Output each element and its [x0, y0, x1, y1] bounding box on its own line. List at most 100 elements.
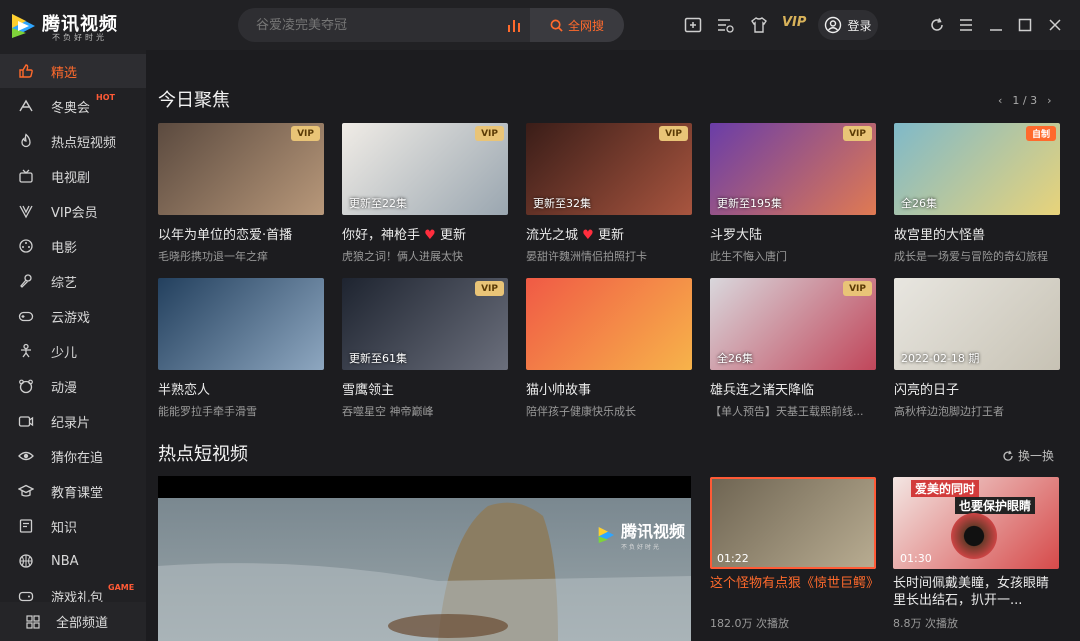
episode-caption: 更新至22集	[349, 197, 407, 210]
vip-badge: VIP	[659, 126, 688, 141]
original-badge: 自制	[1025, 126, 1056, 141]
search-button-label: 全网搜	[567, 18, 604, 33]
short-video-card[interactable]: 01:22 这个怪物有点狠《惊世巨鳄》 182.0万 次播放	[710, 477, 876, 631]
episode-caption: 2022-02-18 期	[901, 352, 980, 365]
video-title[interactable]: 流光之城 ♥ 更新	[526, 224, 692, 243]
tv-icon	[18, 168, 34, 184]
sidebar-item-featured[interactable]: 精选	[0, 54, 146, 88]
video-card[interactable]: 自制 全26集 故宫里的大怪兽 成长是一场爱与冒险的奇幻旅程	[894, 123, 1060, 264]
history-button[interactable]	[714, 14, 736, 36]
video-card[interactable]: VIP 更新至195集斗罗大陆此生不悔入唐门	[710, 123, 876, 264]
gamepad-icon	[18, 308, 34, 324]
maximize-button[interactable]	[1015, 14, 1035, 36]
graduation-cap-icon	[18, 483, 34, 499]
video-card[interactable]: VIP 更新至61集 雪鹰领主 吞噬星空 神帝巅峰	[342, 278, 508, 419]
all-channels-label: 全部频道	[56, 616, 109, 631]
video-thumbnail[interactable]: VIP 更新至61集	[342, 278, 508, 370]
video-thumbnail[interactable]	[526, 278, 692, 370]
video-title[interactable]: 猫小帅故事	[526, 379, 692, 398]
trending-chart-icon[interactable]	[506, 17, 524, 33]
thumbs-up-icon	[18, 63, 34, 79]
refresh-button[interactable]	[927, 14, 947, 36]
vip-badge: VIP	[475, 126, 504, 141]
video-thumbnail[interactable]: 2022-02-18 期	[894, 278, 1060, 370]
video-thumbnail[interactable]: VIP 全26集	[710, 278, 876, 370]
short-video-thumbnail[interactable]: 01:22	[710, 477, 876, 569]
menu-button[interactable]	[956, 14, 976, 36]
video-thumbnail[interactable]: VIP 更新至32集	[526, 123, 692, 215]
video-title[interactable]: 你好，神枪手 ♥ 更新	[342, 224, 508, 243]
video-title-text: 故宫里的大怪兽	[894, 228, 986, 243]
sidebar-item-variety[interactable]: 综艺	[0, 264, 146, 298]
close-button[interactable]	[1045, 14, 1065, 36]
user-avatar-icon	[825, 16, 842, 34]
video-watermark: 腾讯视频 不负好时光	[596, 518, 685, 551]
video-title[interactable]: 以年为单位的恋爱·首播	[158, 224, 324, 243]
skin-button[interactable]	[748, 14, 770, 36]
sidebar-item-nba[interactable]: NBA	[0, 544, 146, 578]
tencent-video-logo-icon	[598, 526, 614, 543]
video-title[interactable]: 雄兵连之诸天降临	[710, 379, 876, 398]
child-icon	[18, 343, 34, 359]
sidebar-item-vip[interactable]: VIP会员	[0, 194, 146, 228]
heart-icon: ♥	[420, 228, 440, 243]
video-card[interactable]: 猫小帅故事 陪伴孩子健康快乐成长	[526, 278, 692, 419]
hot-badge: HOT	[96, 93, 115, 102]
grid-icon	[25, 614, 41, 630]
vip-diamond-icon	[18, 203, 34, 219]
eye-icon	[18, 448, 34, 464]
sidebar: 精选 冬奥会 HOT 热点短视频 电视剧 VIP会员 电影 综艺 云游戏 少儿 …	[0, 50, 146, 641]
login-label: 登录	[847, 18, 872, 33]
today-pager: ‹ 1 / 3 ›	[998, 94, 1052, 107]
short-video-title[interactable]: 长时间佩戴美瞳，女孩眼睛里长出结石，扒开一...	[893, 575, 1059, 609]
next-page-button[interactable]: ›	[1047, 94, 1051, 107]
login-button[interactable]: 登录	[818, 10, 878, 40]
thumbnail-overlay-text: 也要保护眼睛	[955, 497, 1036, 514]
minimize-button[interactable]	[986, 14, 1006, 36]
refresh-shorts-button[interactable]: 换一换	[1002, 447, 1054, 464]
short-video-title[interactable]: 这个怪物有点狠《惊世巨鳄》	[710, 575, 876, 609]
video-card[interactable]: VIP 以年为单位的恋爱·首播 毛晓彤携功退一年之痒	[158, 123, 324, 264]
sidebar-item-cloud-games[interactable]: 云游戏	[0, 299, 146, 333]
video-thumbnail[interactable]: VIP 更新至22集	[342, 123, 508, 215]
video-card[interactable]: VIP 更新至22集 你好，神枪手 ♥ 更新 虎狼之词！俩人进展太快	[342, 123, 508, 264]
sidebar-item-tv[interactable]: 电视剧	[0, 159, 146, 193]
sidebar-item-kids[interactable]: 少儿	[0, 334, 146, 368]
video-thumbnail[interactable]: VIP	[158, 123, 324, 215]
video-card[interactable]: 半熟恋人 能能罗拉手牵手滑雪	[158, 278, 324, 419]
video-card[interactable]: 2022-02-18 期闪亮的日子 高秋梓边泡脚边打王者	[894, 278, 1060, 419]
video-title[interactable]: 闪亮的日子	[894, 379, 1060, 398]
video-title-text: 半熟恋人	[158, 383, 211, 398]
search-input[interactable]	[256, 8, 486, 42]
short-video-card[interactable]: 爱美的同时 也要保护眼睛 01:30 长时间佩戴美瞳，女孩眼睛里长出结石，扒开一...…	[893, 477, 1059, 631]
video-subtitle: 此生不悔入唐门	[710, 250, 787, 263]
episode-caption: 全26集	[717, 352, 753, 365]
sidebar-item-following[interactable]: 猜你在追	[0, 439, 146, 473]
sidebar-item-knowledge[interactable]: 知识	[0, 509, 146, 543]
sidebar-item-hot-shorts[interactable]: 热点短视频	[0, 124, 146, 158]
sidebar-item-movies[interactable]: 电影	[0, 229, 146, 263]
sidebar-item-olympics[interactable]: 冬奥会 HOT	[0, 89, 146, 123]
video-card[interactable]: VIP 全26集 雄兵连之诸天降临 【单人预告】天基王载熙前线...	[710, 278, 876, 419]
video-thumbnail[interactable]: VIP 更新至195集	[710, 123, 876, 215]
vip-badge: VIP	[475, 281, 504, 296]
upload-button[interactable]	[682, 14, 704, 36]
video-title[interactable]: 半熟恋人	[158, 379, 324, 398]
app-logo[interactable]: 腾讯视频 不负好时光	[8, 8, 138, 42]
video-card[interactable]: VIP 更新至32集 流光之城 ♥ 更新 晏甜许魏洲情侣拍照打卡	[526, 123, 692, 264]
vip-button[interactable]: VIP	[782, 15, 806, 30]
video-thumbnail[interactable]: 自制 全26集	[894, 123, 1060, 215]
video-title[interactable]: 斗罗大陆	[710, 224, 876, 243]
all-channels-button[interactable]: 全部频道	[0, 602, 146, 641]
prev-page-button[interactable]: ‹	[998, 94, 1002, 107]
main-content: 今日聚焦 ‹ 1 / 3 › VIP 以年为单位的恋爱·首播 毛晓彤携功退一年之痒 V…	[146, 50, 1080, 641]
video-thumbnail[interactable]	[158, 278, 324, 370]
search-all-button[interactable]: 全网搜	[530, 8, 624, 42]
sidebar-item-education[interactable]: 教育课堂	[0, 474, 146, 508]
short-video-thumbnail[interactable]: 爱美的同时 也要保护眼睛 01:30	[893, 477, 1059, 569]
sidebar-item-documentary[interactable]: 纪录片	[0, 404, 146, 438]
sidebar-item-anime[interactable]: 动漫	[0, 369, 146, 403]
featured-short-video-player[interactable]: 腾讯视频 不负好时光	[158, 476, 691, 641]
video-title[interactable]: 雪鹰领主	[342, 379, 508, 398]
video-title[interactable]: 故宫里的大怪兽	[894, 224, 1060, 243]
